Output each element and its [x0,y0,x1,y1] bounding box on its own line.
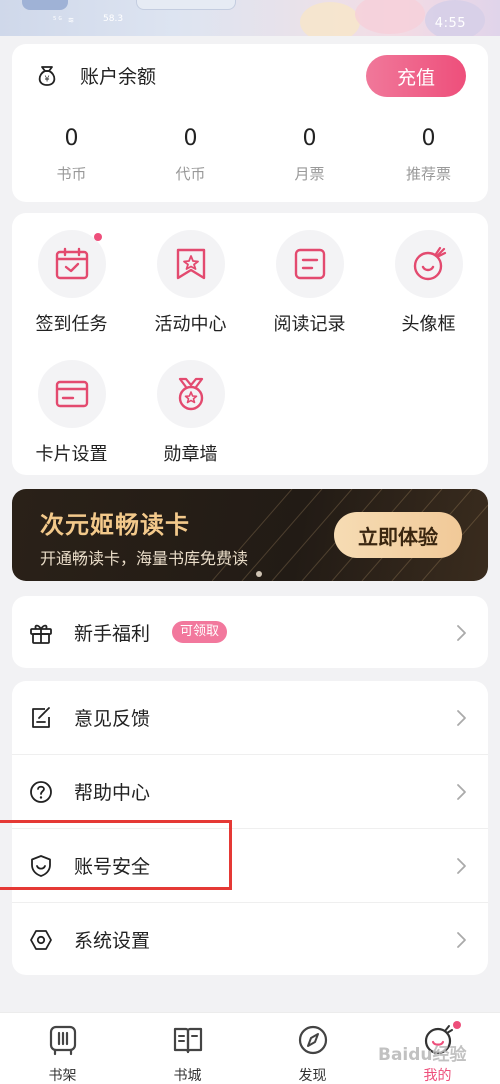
svg-text:¥: ¥ [44,74,49,83]
status-clock: 4:55 [434,16,466,31]
money-bag-icon: ¥ [38,65,56,86]
recharge-button[interactable]: 充值 [366,55,466,97]
nav-label: 书架 [48,1068,77,1084]
row-label: 新手福利 [74,623,151,645]
settings-list-card: 意见反馈 帮助中心 账号安全 系统设置 [12,681,488,975]
function-grid: 签到任务 活动中心 阅读记录 头像框 卡片设置 勋章墙 [12,213,488,475]
row-label: 系统设置 [74,930,151,952]
card-icon [55,380,88,408]
chevron-right-icon [457,709,466,726]
avatar-frame-icon [413,246,446,281]
func-label: 头像框 [401,314,456,335]
network-speed: 58.3 [103,14,124,24]
bookstore-icon [173,1027,202,1054]
stat-value: 0 [302,126,317,151]
func-label: 卡片设置 [35,444,108,465]
func-reading-history[interactable]: 阅读记录 [250,230,369,336]
settings-icon [30,929,52,950]
row-label: 帮助中心 [74,782,151,804]
func-medal-wall[interactable]: 勋章墙 [131,360,250,466]
nav-bookshelf[interactable]: 书架 [0,1013,125,1084]
row-account-security[interactable]: 账号安全 [12,829,488,902]
try-now-button[interactable]: 立即体验 [334,512,462,558]
stat-value: 0 [64,126,79,151]
stat-label: 推荐票 [405,165,451,183]
nav-discover[interactable]: 发现 [250,1013,375,1084]
claimable-badge: 可领取 [172,621,228,643]
stat-recommend-tickets[interactable]: 0 推荐票 [369,126,488,184]
func-activity-center[interactable]: 活动中心 [131,230,250,336]
newbie-benefits-card: 新手福利 可领取 [12,596,488,668]
balance-card: ¥ 账户余额 充值 0 书币 0 代币 0 月票 0 推荐票 [12,44,488,202]
chevron-right-icon [457,783,466,800]
carousel-indicator [256,571,262,577]
shield-icon [31,854,51,877]
stat-book-coins[interactable]: 0 书币 [12,126,131,184]
row-feedback[interactable]: 意见反馈 [12,681,488,754]
chevron-right-icon [457,624,466,641]
func-label: 签到任务 [35,314,108,335]
top-banner: ⁵ᴳ ≋ 58.3 4:55 [0,0,500,36]
stat-value: 0 [183,126,198,151]
stat-label: 书币 [56,165,87,183]
promo-title: 次元姬畅读卡 [40,511,190,539]
func-label: 勋章墙 [163,444,218,465]
bookshelf-icon [49,1025,76,1056]
bookmark-star-icon [176,248,205,280]
func-checkin-tasks[interactable]: 签到任务 [12,230,131,336]
notification-dot [93,233,102,241]
banner-art [300,2,360,36]
stat-tokens[interactable]: 0 代币 [131,126,250,184]
nav-label: 我的 [423,1068,452,1084]
nav-bookstore[interactable]: 书城 [125,1013,250,1084]
banner-art [355,0,425,34]
balance-title: 账户余额 [80,66,157,88]
calendar-check-icon [55,247,88,280]
func-label: 阅读记录 [273,314,346,335]
row-newbie-benefits[interactable]: 新手福利 可领取 [12,596,488,669]
chevron-right-icon [457,931,466,948]
func-label: 活动中心 [154,314,227,335]
gift-icon [30,624,52,644]
reading-record-icon [294,248,325,280]
balance-stats: 0 书币 0 代币 0 月票 0 推荐票 [12,126,488,184]
func-avatar-frame[interactable]: 头像框 [369,230,488,336]
stat-monthly-tickets[interactable]: 0 月票 [250,126,369,184]
compass-icon [298,1025,327,1055]
stat-value: 0 [421,126,436,151]
row-label: 账号安全 [74,856,151,878]
banner-tab[interactable] [22,0,68,10]
nav-label: 书城 [173,1068,202,1084]
medal-icon [178,377,203,411]
row-system-settings[interactable]: 系统设置 [12,903,488,976]
feedback-icon [32,706,50,728]
signal-indicator: ⁵ᴳ ≋ [52,16,74,26]
func-card-settings[interactable]: 卡片设置 [12,360,131,466]
notification-dot [453,1021,461,1029]
watermark: Baidu经验 [378,1045,467,1065]
vip-promo-banner[interactable]: 次元姬畅读卡 开通畅读卡，海量书库免费读 立即体验 [12,489,488,581]
promo-subtitle: 开通畅读卡，海量书库免费读 [40,549,249,568]
nav-label: 发现 [298,1068,327,1084]
stat-label: 代币 [175,165,206,183]
row-help-center[interactable]: 帮助中心 [12,755,488,828]
help-icon [30,780,52,803]
chevron-right-icon [457,857,466,874]
row-label: 意见反馈 [74,708,151,730]
stat-label: 月票 [294,165,325,183]
banner-tab[interactable] [136,0,236,10]
balance-header: ¥ 账户余额 [34,62,156,89]
